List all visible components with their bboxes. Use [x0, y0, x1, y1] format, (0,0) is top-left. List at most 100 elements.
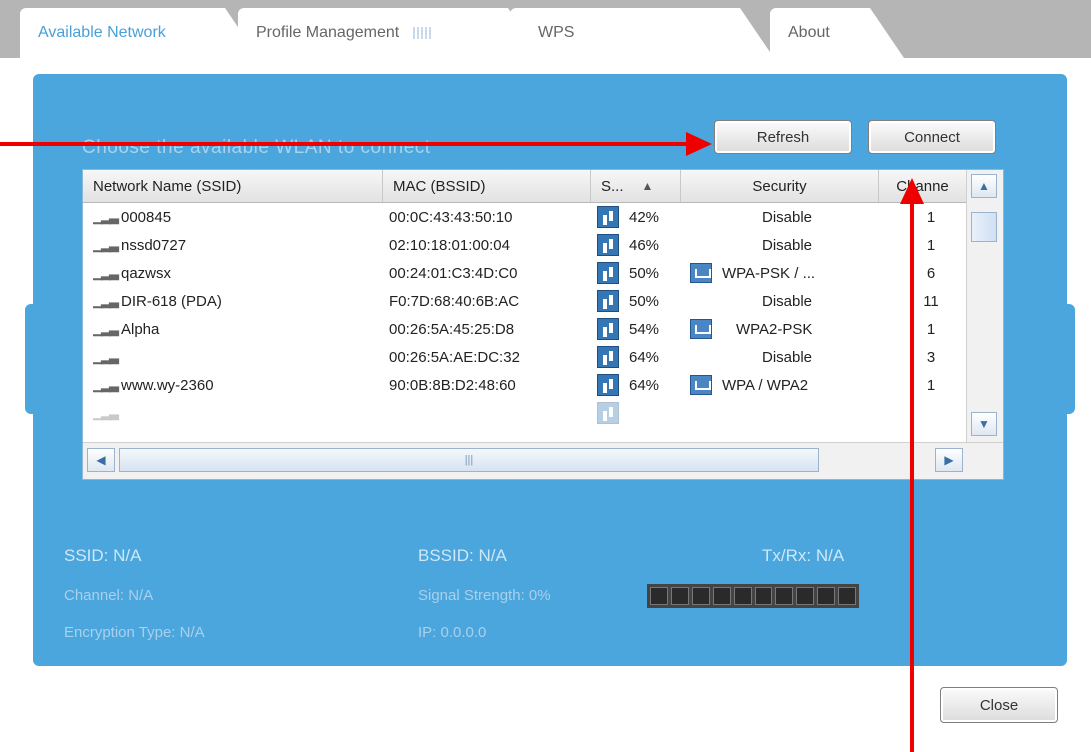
- table-row[interactable]: ▁▂▃ DIR-618 (PDA) F0:7D:68:40:6B:AC 50% D…: [83, 287, 966, 315]
- row-ssid: www.wy-2360: [121, 376, 214, 394]
- row-signal: 50%: [629, 292, 660, 310]
- row-channel: 1: [926, 376, 936, 394]
- signal-icon: [597, 346, 619, 368]
- connect-button[interactable]: Connect: [868, 120, 996, 154]
- annotation-arrow-refresh: [0, 142, 690, 146]
- row-mac: 00:26:5A:AE:DC:32: [389, 348, 520, 366]
- table-row[interactable]: ▁▂▃ Alpha 00:26:5A:45:25:D8 54% WPA2-PSK …: [83, 315, 966, 343]
- column-header-signal[interactable]: S... ▲: [591, 170, 681, 202]
- scroll-right-icon[interactable]: ▶: [935, 448, 963, 472]
- tab-available-network[interactable]: Available Network: [20, 8, 259, 58]
- wifi-icon: ▁▂▃: [93, 237, 119, 252]
- signal-icon: [597, 402, 619, 424]
- tab-profile-management[interactable]: Profile Management: [238, 8, 542, 58]
- row-security: Disable: [761, 208, 813, 226]
- lock-icon: [690, 319, 712, 339]
- row-security: Disable: [761, 236, 813, 254]
- signal-icon: [597, 262, 619, 284]
- row-mac: F0:7D:68:40:6B:AC: [389, 292, 520, 310]
- row-ssid: qazwsx: [121, 264, 172, 282]
- row-channel: 1: [926, 236, 936, 254]
- signal-icon: [597, 318, 619, 340]
- column-header-ssid[interactable]: Network Name (SSID): [83, 170, 383, 202]
- wifi-icon: ▁▂▃: [93, 209, 119, 224]
- annotation-arrowhead-icon: [686, 132, 712, 156]
- vertical-scroll-thumb[interactable]: [971, 212, 997, 242]
- encryption-status: Encryption Type: N/A: [64, 624, 205, 641]
- signal-icon: [597, 374, 619, 396]
- row-channel: 1: [926, 320, 936, 338]
- network-table[interactable]: Network Name (SSID) MAC (BSSID) S... ▲ S…: [82, 169, 1004, 480]
- channel-status: Channel: N/A: [64, 587, 154, 604]
- row-security: WPA / WPA2: [722, 376, 809, 394]
- annotation-arrow-connect: [910, 200, 914, 752]
- row-signal: 42%: [629, 208, 660, 226]
- row-security: WPA2-PSK: [736, 320, 813, 338]
- signal-strength-meter: [647, 584, 859, 608]
- tab-about[interactable]: About: [770, 8, 904, 58]
- table-header: Network Name (SSID) MAC (BSSID) S... ▲ S…: [83, 170, 966, 203]
- close-button[interactable]: Close: [940, 687, 1058, 723]
- table-row[interactable]: ▁▂▃ nssd0727 02:10:18:01:00:04 46% Disabl…: [83, 231, 966, 259]
- row-signal: 50%: [629, 264, 660, 282]
- tab-bar: About WPS Profile Management Available N…: [0, 0, 1091, 58]
- row-ssid: Alpha: [121, 320, 160, 338]
- tab-profile-management-label: Profile Management: [256, 24, 400, 41]
- row-security: WPA-PSK / ...: [722, 264, 816, 282]
- row-ssid: DIR-618 (PDA): [121, 292, 222, 310]
- row-mac: 90:0B:8B:D2:48:60: [389, 376, 516, 394]
- table-rows: ▁▂▃ 000845 00:0C:43:43:50:10 42% Disable …: [83, 203, 966, 443]
- row-channel: 1: [926, 208, 936, 226]
- wifi-icon: ▁▂▃: [93, 405, 119, 420]
- row-ssid: 000845: [121, 208, 172, 226]
- tab-grip-icon: [413, 27, 432, 39]
- table-row[interactable]: ▁▂▃ www.wy-2360 90:0B:8B:D2:48:60 64% WPA…: [83, 371, 966, 399]
- row-security: Disable: [761, 292, 813, 310]
- table-row[interactable]: ▁▂▃ 00:26:5A:AE:DC:32 64% Disable 3: [83, 343, 966, 371]
- horizontal-scroll-thumb[interactable]: |||: [119, 448, 819, 472]
- scroll-down-icon[interactable]: ▼: [971, 412, 997, 436]
- wifi-icon: ▁▂▃: [93, 349, 119, 364]
- bssid-status: BSSID: N/A: [418, 546, 507, 565]
- table-row[interactable]: ▁▂▃ qazwsx 00:24:01:C3:4D:C0 50% WPA-PSK …: [83, 259, 966, 287]
- column-header-security[interactable]: Security: [681, 170, 879, 202]
- row-channel: 3: [926, 348, 936, 366]
- annotation-arrowhead-icon: [900, 178, 924, 204]
- horizontal-scrollbar[interactable]: ◀ ||| ▶: [83, 442, 1003, 479]
- wireless-utility-window: About WPS Profile Management Available N…: [0, 0, 1091, 752]
- tab-wps-label: WPS: [538, 24, 575, 41]
- signal-icon: [597, 234, 619, 256]
- tab-about-label: About: [788, 24, 830, 41]
- signal-icon: [597, 290, 619, 312]
- vertical-scrollbar[interactable]: ▲ ▼: [966, 170, 1003, 443]
- row-signal: 64%: [629, 348, 660, 366]
- row-signal: 54%: [629, 320, 660, 338]
- table-row[interactable]: ▁▂▃ 000845 00:0C:43:43:50:10 42% Disable …: [83, 203, 966, 231]
- signal-strength-status: Signal Strength: 0%: [418, 587, 551, 604]
- lock-icon: [690, 263, 712, 283]
- column-header-mac[interactable]: MAC (BSSID): [383, 170, 591, 202]
- row-mac: 00:0C:43:43:50:10: [389, 208, 513, 226]
- ip-status: IP: 0.0.0.0: [418, 624, 487, 641]
- scroll-up-icon[interactable]: ▲: [971, 174, 997, 198]
- row-signal: 64%: [629, 376, 660, 394]
- wifi-icon: ▁▂▃: [93, 293, 119, 308]
- tab-available-network-label: Available Network: [38, 24, 166, 41]
- lock-icon: [690, 375, 712, 395]
- row-channel: 6: [926, 264, 936, 282]
- sort-icon: ▲: [641, 179, 654, 193]
- scroll-left-icon[interactable]: ◀: [87, 448, 115, 472]
- ssid-status: SSID: N/A: [64, 546, 142, 565]
- wifi-icon: ▁▂▃: [93, 321, 119, 336]
- txrx-status: Tx/Rx: N/A: [762, 546, 845, 565]
- wifi-icon: ▁▂▃: [93, 377, 119, 392]
- instruction-text: Choose the available WLAN to connect: [82, 137, 431, 158]
- row-channel: 11: [923, 292, 939, 310]
- table-row[interactable]: ▁▂▃: [83, 399, 966, 427]
- column-header-signal-label: S...: [601, 177, 624, 195]
- row-signal: 46%: [629, 236, 660, 254]
- tab-wps[interactable]: WPS: [510, 8, 774, 58]
- refresh-button[interactable]: Refresh: [714, 120, 852, 154]
- row-mac: 00:24:01:C3:4D:C0: [389, 264, 518, 282]
- row-mac: 02:10:18:01:00:04: [389, 236, 510, 254]
